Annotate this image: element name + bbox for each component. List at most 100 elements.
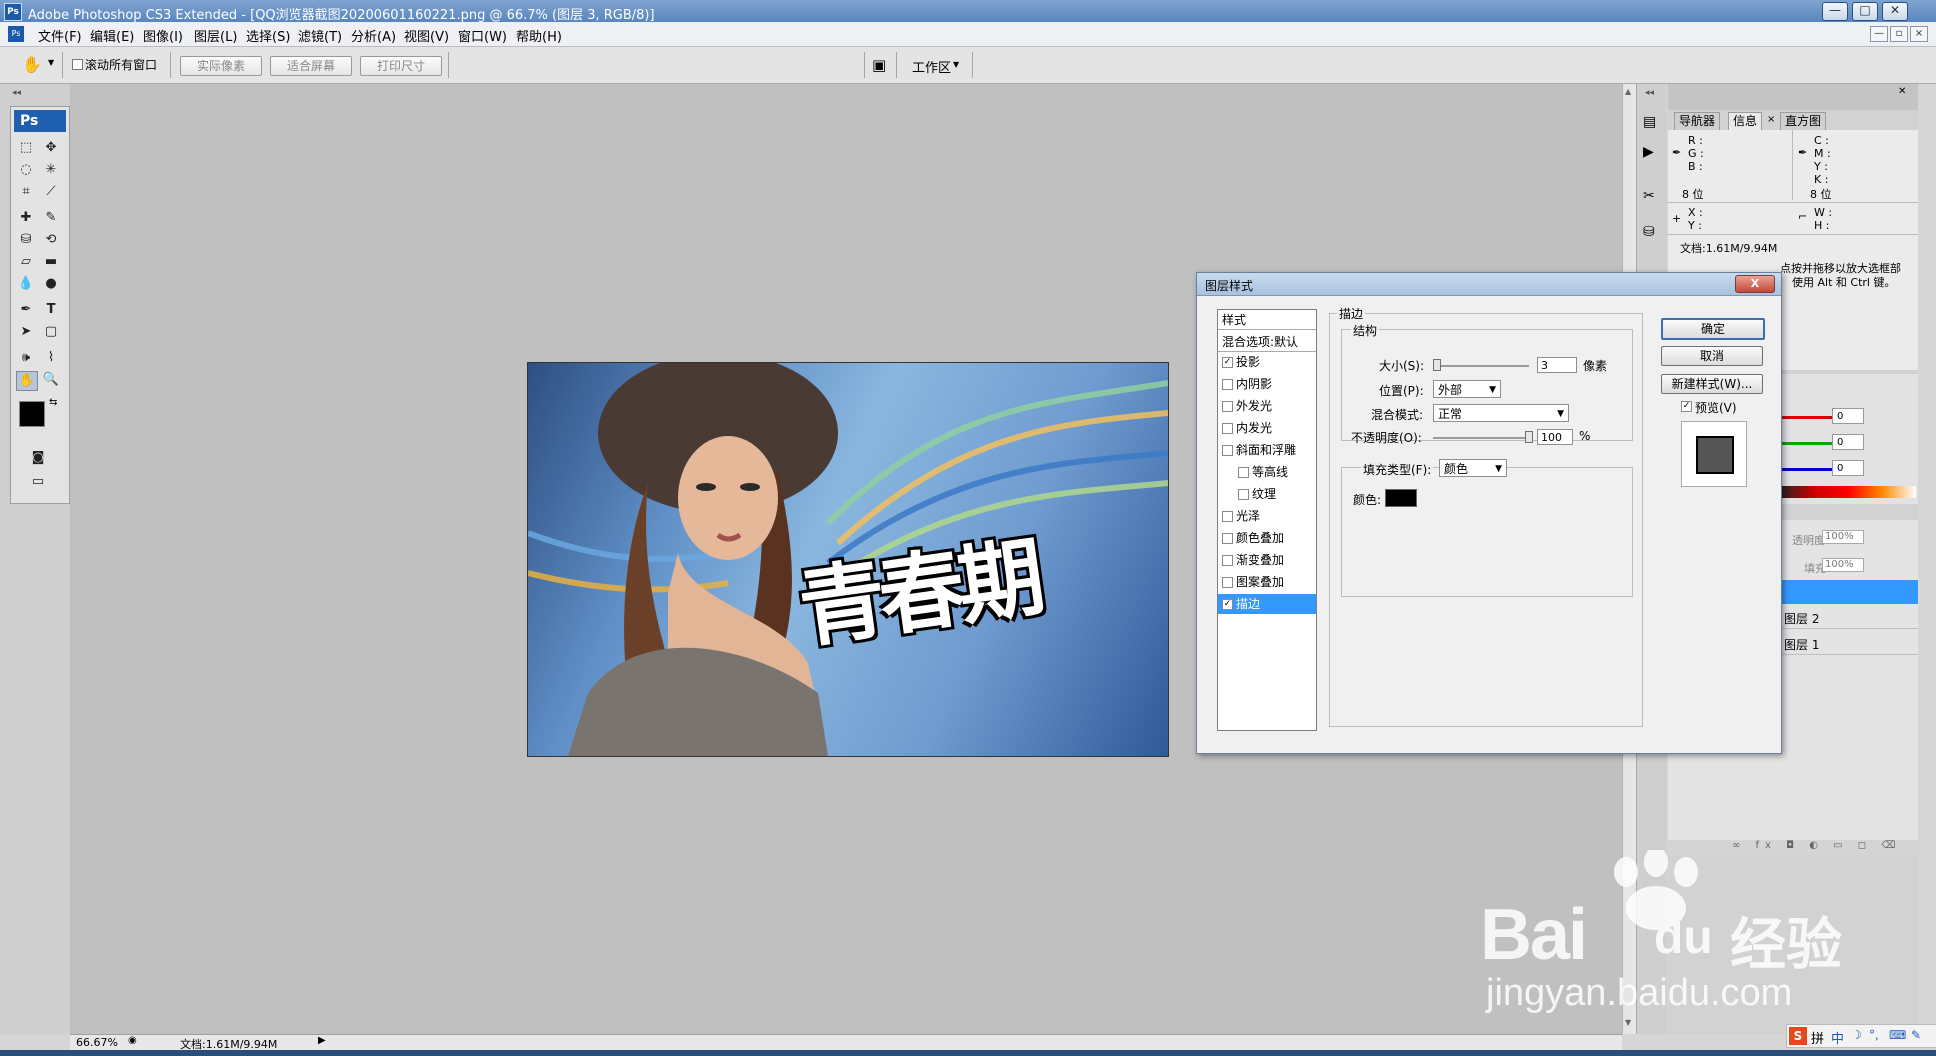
workspace-chevron-icon[interactable]: ▼	[953, 60, 959, 69]
stroke-checkbox[interactable]: ✓	[1222, 599, 1233, 610]
notes-tool-icon[interactable]: 🕪	[16, 349, 36, 367]
color-overlay-checkbox[interactable]	[1222, 533, 1233, 544]
eyedropper-tool-icon[interactable]: ⌇	[41, 349, 61, 367]
opacity-slider-thumb[interactable]	[1525, 431, 1533, 443]
tab-info[interactable]: 信息	[1728, 112, 1763, 131]
eraser-tool-icon[interactable]: ▱	[16, 253, 36, 271]
size-input[interactable]: 3	[1537, 357, 1577, 373]
path-selection-icon[interactable]: ➤	[16, 323, 36, 341]
stroke-color-swatch[interactable]	[1385, 489, 1417, 507]
document-image[interactable]: 青春期	[527, 362, 1169, 757]
opacity-input[interactable]: 100	[1537, 429, 1573, 445]
new-style-button[interactable]: 新建样式(W)...	[1661, 374, 1763, 394]
workspace-menu[interactable]: 工作区	[912, 57, 951, 76]
doc-minimize-button[interactable]: —	[1870, 26, 1888, 42]
doc-close-button[interactable]: ×	[1910, 26, 1928, 42]
style-satin[interactable]: 光泽	[1218, 506, 1316, 526]
collapse-icon[interactable]: ◂◂	[1645, 88, 1654, 98]
green-value[interactable]: 0	[1832, 434, 1864, 450]
gradient-tool-icon[interactable]: ▬	[41, 253, 61, 271]
scroll-all-checkbox[interactable]	[72, 59, 83, 70]
pen-tool-icon[interactable]: ✒	[16, 301, 36, 319]
sogou-ime-icon[interactable]: S	[1789, 1027, 1807, 1045]
zoom-tool-icon[interactable]: 🔍	[41, 371, 61, 389]
dialog-close-button[interactable]: X	[1735, 275, 1775, 293]
menu-filter[interactable]: 滤镜(T)	[298, 26, 342, 45]
layer-row-selected[interactable]	[1780, 580, 1918, 604]
position-select[interactable]: 外部 ▼	[1433, 380, 1501, 398]
menu-file[interactable]: 文件(F)	[38, 26, 82, 45]
maximize-button[interactable]: □	[1852, 2, 1878, 21]
menu-image[interactable]: 图像(I)	[143, 26, 183, 45]
styles-header[interactable]: 样式	[1218, 310, 1316, 330]
move-tool-icon[interactable]: ✥	[41, 139, 61, 157]
actual-pixels-button[interactable]: 实际像素	[180, 56, 262, 76]
fill-type-select[interactable]: 颜色 ▼	[1439, 459, 1507, 477]
print-size-button[interactable]: 打印尺寸	[360, 56, 442, 76]
tool-preset-chevron-icon[interactable]: ▼	[48, 58, 54, 67]
tab-close-icon[interactable]: ×	[1767, 114, 1775, 125]
ime-keyboard-icon[interactable]: ⌨	[1889, 1028, 1906, 1042]
size-slider[interactable]	[1433, 365, 1529, 367]
blur-tool-icon[interactable]: 💧	[16, 275, 36, 293]
swap-colors-icon[interactable]: ⇆	[49, 397, 57, 408]
menu-help[interactable]: 帮助(H)	[516, 26, 562, 45]
crop-tool-icon[interactable]: ⌗	[16, 183, 36, 201]
size-slider-thumb[interactable]	[1433, 359, 1441, 371]
doc-restore-button[interactable]: ▫	[1890, 26, 1908, 42]
bevel-emboss-checkbox[interactable]	[1222, 445, 1233, 456]
contour-checkbox[interactable]	[1238, 467, 1249, 478]
minimize-button[interactable]: —	[1822, 2, 1848, 21]
ime-settings-icon[interactable]: ✎	[1911, 1028, 1921, 1042]
menu-layer[interactable]: 图层(L)	[194, 26, 237, 45]
ime-chinese[interactable]: 中	[1831, 1028, 1844, 1047]
collapse-icon[interactable]: ◂◂	[12, 88, 21, 98]
zoom-level[interactable]: 66.67%	[76, 1036, 118, 1049]
style-bevel-emboss[interactable]: 斜面和浮雕	[1218, 440, 1316, 460]
tool-presets-icon[interactable]: ✂	[1643, 188, 1655, 204]
screen-mode-icon[interactable]: ▭	[28, 473, 48, 491]
bridge-icon[interactable]: ▣	[872, 56, 886, 74]
dodge-tool-icon[interactable]: ●	[41, 275, 61, 293]
type-tool-icon[interactable]: T	[41, 301, 61, 319]
gradient-overlay-checkbox[interactable]	[1222, 555, 1233, 566]
inner-shadow-checkbox[interactable]	[1222, 379, 1233, 390]
drop-shadow-checkbox[interactable]: ✓	[1222, 357, 1233, 368]
hand-tool-icon[interactable]: ✋	[22, 55, 42, 74]
healing-brush-icon[interactable]: ✚	[16, 209, 36, 227]
style-inner-glow[interactable]: 内发光	[1218, 418, 1316, 438]
outer-glow-checkbox[interactable]	[1222, 401, 1233, 412]
blue-value[interactable]: 0	[1832, 460, 1864, 476]
magic-wand-tool-icon[interactable]: ✳	[41, 161, 61, 179]
opacity-slider[interactable]	[1433, 437, 1529, 439]
actions-panel-icon[interactable]: ▶	[1643, 144, 1654, 160]
blending-options-default[interactable]: 混合选项:默认	[1218, 332, 1316, 352]
history-brush-icon[interactable]: ⟲	[41, 231, 61, 249]
style-texture[interactable]: 纹理	[1218, 484, 1316, 504]
hand-tool-button-icon[interactable]: ✋	[16, 371, 38, 391]
layer-row-1[interactable]: 图层 1	[1784, 636, 1819, 653]
ok-button[interactable]: 确定	[1661, 318, 1765, 340]
preview-checkbox[interactable]: ✓	[1681, 401, 1692, 412]
fit-screen-button[interactable]: 适合屏幕	[270, 56, 352, 76]
pattern-overlay-checkbox[interactable]	[1222, 577, 1233, 588]
slice-tool-icon[interactable]: ⟋	[41, 183, 61, 201]
inner-glow-checkbox[interactable]	[1222, 423, 1233, 434]
foreground-color-swatch[interactable]	[19, 401, 45, 427]
layer-fill[interactable]: 100%	[1822, 558, 1864, 572]
ime-punct-icon[interactable]: °,	[1869, 1028, 1879, 1042]
history-panel-icon[interactable]: ▤	[1643, 114, 1656, 130]
blend-mode-select[interactable]: 正常 ▼	[1433, 404, 1569, 422]
color-ramp[interactable]	[1780, 486, 1916, 498]
texture-checkbox[interactable]	[1238, 489, 1249, 500]
menu-select[interactable]: 选择(S)	[246, 26, 290, 45]
satin-checkbox[interactable]	[1222, 511, 1233, 522]
cancel-button[interactable]: 取消	[1661, 346, 1763, 366]
style-gradient-overlay[interactable]: 渐变叠加	[1218, 550, 1316, 570]
marquee-tool-icon[interactable]: ⬚	[16, 139, 36, 157]
red-value[interactable]: 0	[1832, 408, 1864, 424]
style-drop-shadow[interactable]: ✓ 投影	[1218, 352, 1316, 372]
lasso-tool-icon[interactable]: ◌	[16, 161, 36, 179]
menu-view[interactable]: 视图(V)	[404, 26, 449, 45]
close-button[interactable]: ✕	[1882, 2, 1908, 21]
